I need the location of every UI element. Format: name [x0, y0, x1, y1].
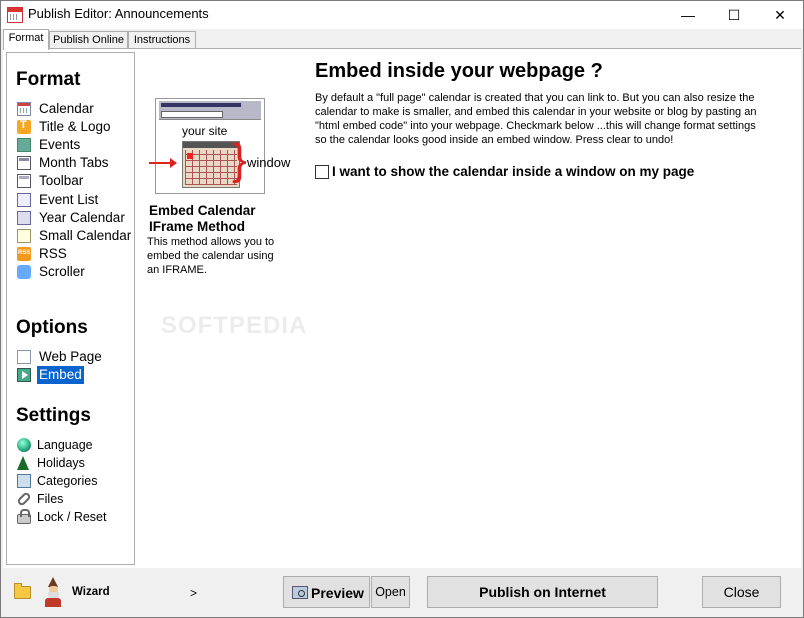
sidebar-item-holidays[interactable]: Holidays [17, 454, 129, 472]
brace-icon: } [232, 135, 247, 184]
sidebar-item-events[interactable]: Events [17, 136, 129, 154]
tab-format[interactable]: Format [3, 29, 49, 50]
sidebar-item-label: Lock / Reset [37, 510, 107, 524]
wizard-label[interactable]: Wizard [72, 586, 110, 598]
wizard-icon[interactable] [43, 577, 63, 607]
year-calendar-icon [17, 211, 31, 225]
your-site-label: your site [182, 124, 228, 138]
method-title: Embed Calendar IFrame Method [149, 203, 256, 234]
minimize-button[interactable]: — [665, 1, 711, 29]
sidebar-item-language[interactable]: Language [17, 436, 129, 454]
embed-preview-illustration: your site } window [149, 98, 290, 194]
sidebar-item-label: Event List [39, 192, 99, 207]
sidebar-item-label: Toolbar [39, 173, 84, 188]
calendar-icon [17, 102, 31, 116]
format-section-title: Format [16, 69, 81, 90]
sidebar-item-label: Files [37, 492, 64, 506]
sidebar-item-web-page[interactable]: Web Page [17, 348, 129, 366]
preview-icon [292, 586, 308, 599]
sidebar-item-toolbar[interactable]: Toolbar [17, 172, 129, 190]
preview-button[interactable]: Preview [283, 576, 370, 608]
sidebar-item-scroller[interactable]: Scroller [17, 263, 129, 281]
sidebar-item-label: Events [39, 137, 81, 152]
sidebar-item-rss[interactable]: RSS [17, 245, 129, 263]
window-title: Publish Editor: Announcements [28, 6, 209, 21]
publish-editor-window: Publish Editor: Announcements — ☐ ✕ Form… [0, 0, 804, 618]
page-title: Embed inside your webpage ? [315, 60, 603, 82]
sidebar-item-calendar[interactable]: Calendar [17, 100, 129, 118]
red-arrow-icon [149, 158, 177, 168]
sidebar-item-label: RSS [39, 246, 67, 261]
sidebar-item-label: Year Calendar [39, 210, 125, 225]
bottom-toolbar: Wizard > Preview Open Publish on Interne… [1, 568, 803, 617]
toolbar-icon [17, 174, 31, 188]
sidebar-item-label: Calendar [39, 101, 94, 116]
sidebar-item-files[interactable]: Files [16, 490, 129, 508]
sidebar-item-event-list[interactable]: Event List [17, 191, 129, 209]
event-list-icon [17, 193, 31, 207]
events-icon [17, 138, 31, 152]
categories-icon [17, 474, 31, 488]
publish-on-internet-button[interactable]: Publish on Internet [427, 576, 658, 608]
sidebar-item-label: Embed [37, 366, 84, 384]
sidebar: Format Calendar Title & Logo Events Mont… [6, 52, 135, 565]
highlighted-day-marker [187, 153, 193, 159]
web-page-icon [17, 350, 31, 364]
sidebar-item-small-calendar[interactable]: Small Calendar [17, 227, 132, 245]
sidebar-item-label: Language [37, 438, 93, 452]
browser-window-illustration [159, 101, 261, 120]
globe-icon [17, 438, 31, 452]
title-logo-icon [17, 119, 31, 134]
lock-icon [17, 509, 31, 524]
embed-window-checkbox[interactable] [315, 165, 329, 179]
small-calendar-icon [17, 229, 31, 243]
embed-description: By default a "full page" calendar is cre… [315, 92, 757, 146]
paperclip-icon [16, 491, 32, 507]
scroller-icon [17, 265, 31, 279]
sidebar-item-label: Categories [37, 474, 98, 488]
wizard-arrow[interactable]: > [190, 586, 197, 600]
close-button[interactable]: Close [702, 576, 781, 608]
maximize-button[interactable]: ☐ [711, 1, 757, 29]
sidebar-item-year-calendar[interactable]: Year Calendar [17, 209, 129, 227]
window-label: window [247, 155, 291, 170]
embed-icon [17, 368, 31, 382]
tab-publish-online[interactable]: Publish Online [49, 31, 128, 49]
title-bar: Publish Editor: Announcements — ☐ ✕ [1, 1, 803, 29]
settings-section-title: Settings [16, 405, 91, 426]
rss-icon [17, 247, 31, 261]
sidebar-item-label: Web Page [39, 349, 102, 364]
sidebar-item-label: Month Tabs [39, 155, 109, 170]
close-window-button[interactable]: ✕ [757, 1, 803, 29]
sidebar-item-title-logo[interactable]: Title & Logo [17, 118, 129, 136]
tree-icon [17, 456, 29, 470]
open-button[interactable]: Open [371, 576, 410, 608]
embed-window-checkbox-label[interactable]: I want to show the calendar inside a win… [332, 164, 694, 179]
sidebar-item-month-tabs[interactable]: Month Tabs [17, 154, 129, 172]
sidebar-item-embed[interactable]: Embed [17, 366, 129, 384]
calendar-app-icon [7, 7, 23, 23]
content-panel: Format Calendar Title & Logo Events Mont… [3, 48, 801, 569]
options-section-title: Options [16, 317, 88, 338]
method-description: This method allows you to embed the cale… [147, 236, 275, 276]
month-tabs-icon [17, 156, 31, 170]
preview-button-label: Preview [311, 585, 364, 601]
folder-icon[interactable] [14, 583, 31, 599]
sidebar-item-label: Title & Logo [39, 119, 111, 134]
softpedia-watermark: SOFTPEDIA [161, 312, 308, 339]
sidebar-item-label: Scroller [39, 264, 85, 279]
tab-instructions[interactable]: Instructions [128, 31, 196, 49]
sidebar-item-label: Small Calendar [39, 228, 132, 243]
sidebar-item-categories[interactable]: Categories [17, 472, 129, 490]
sidebar-item-label: Holidays [37, 456, 85, 470]
sidebar-item-lock-reset[interactable]: Lock / Reset [17, 508, 129, 526]
